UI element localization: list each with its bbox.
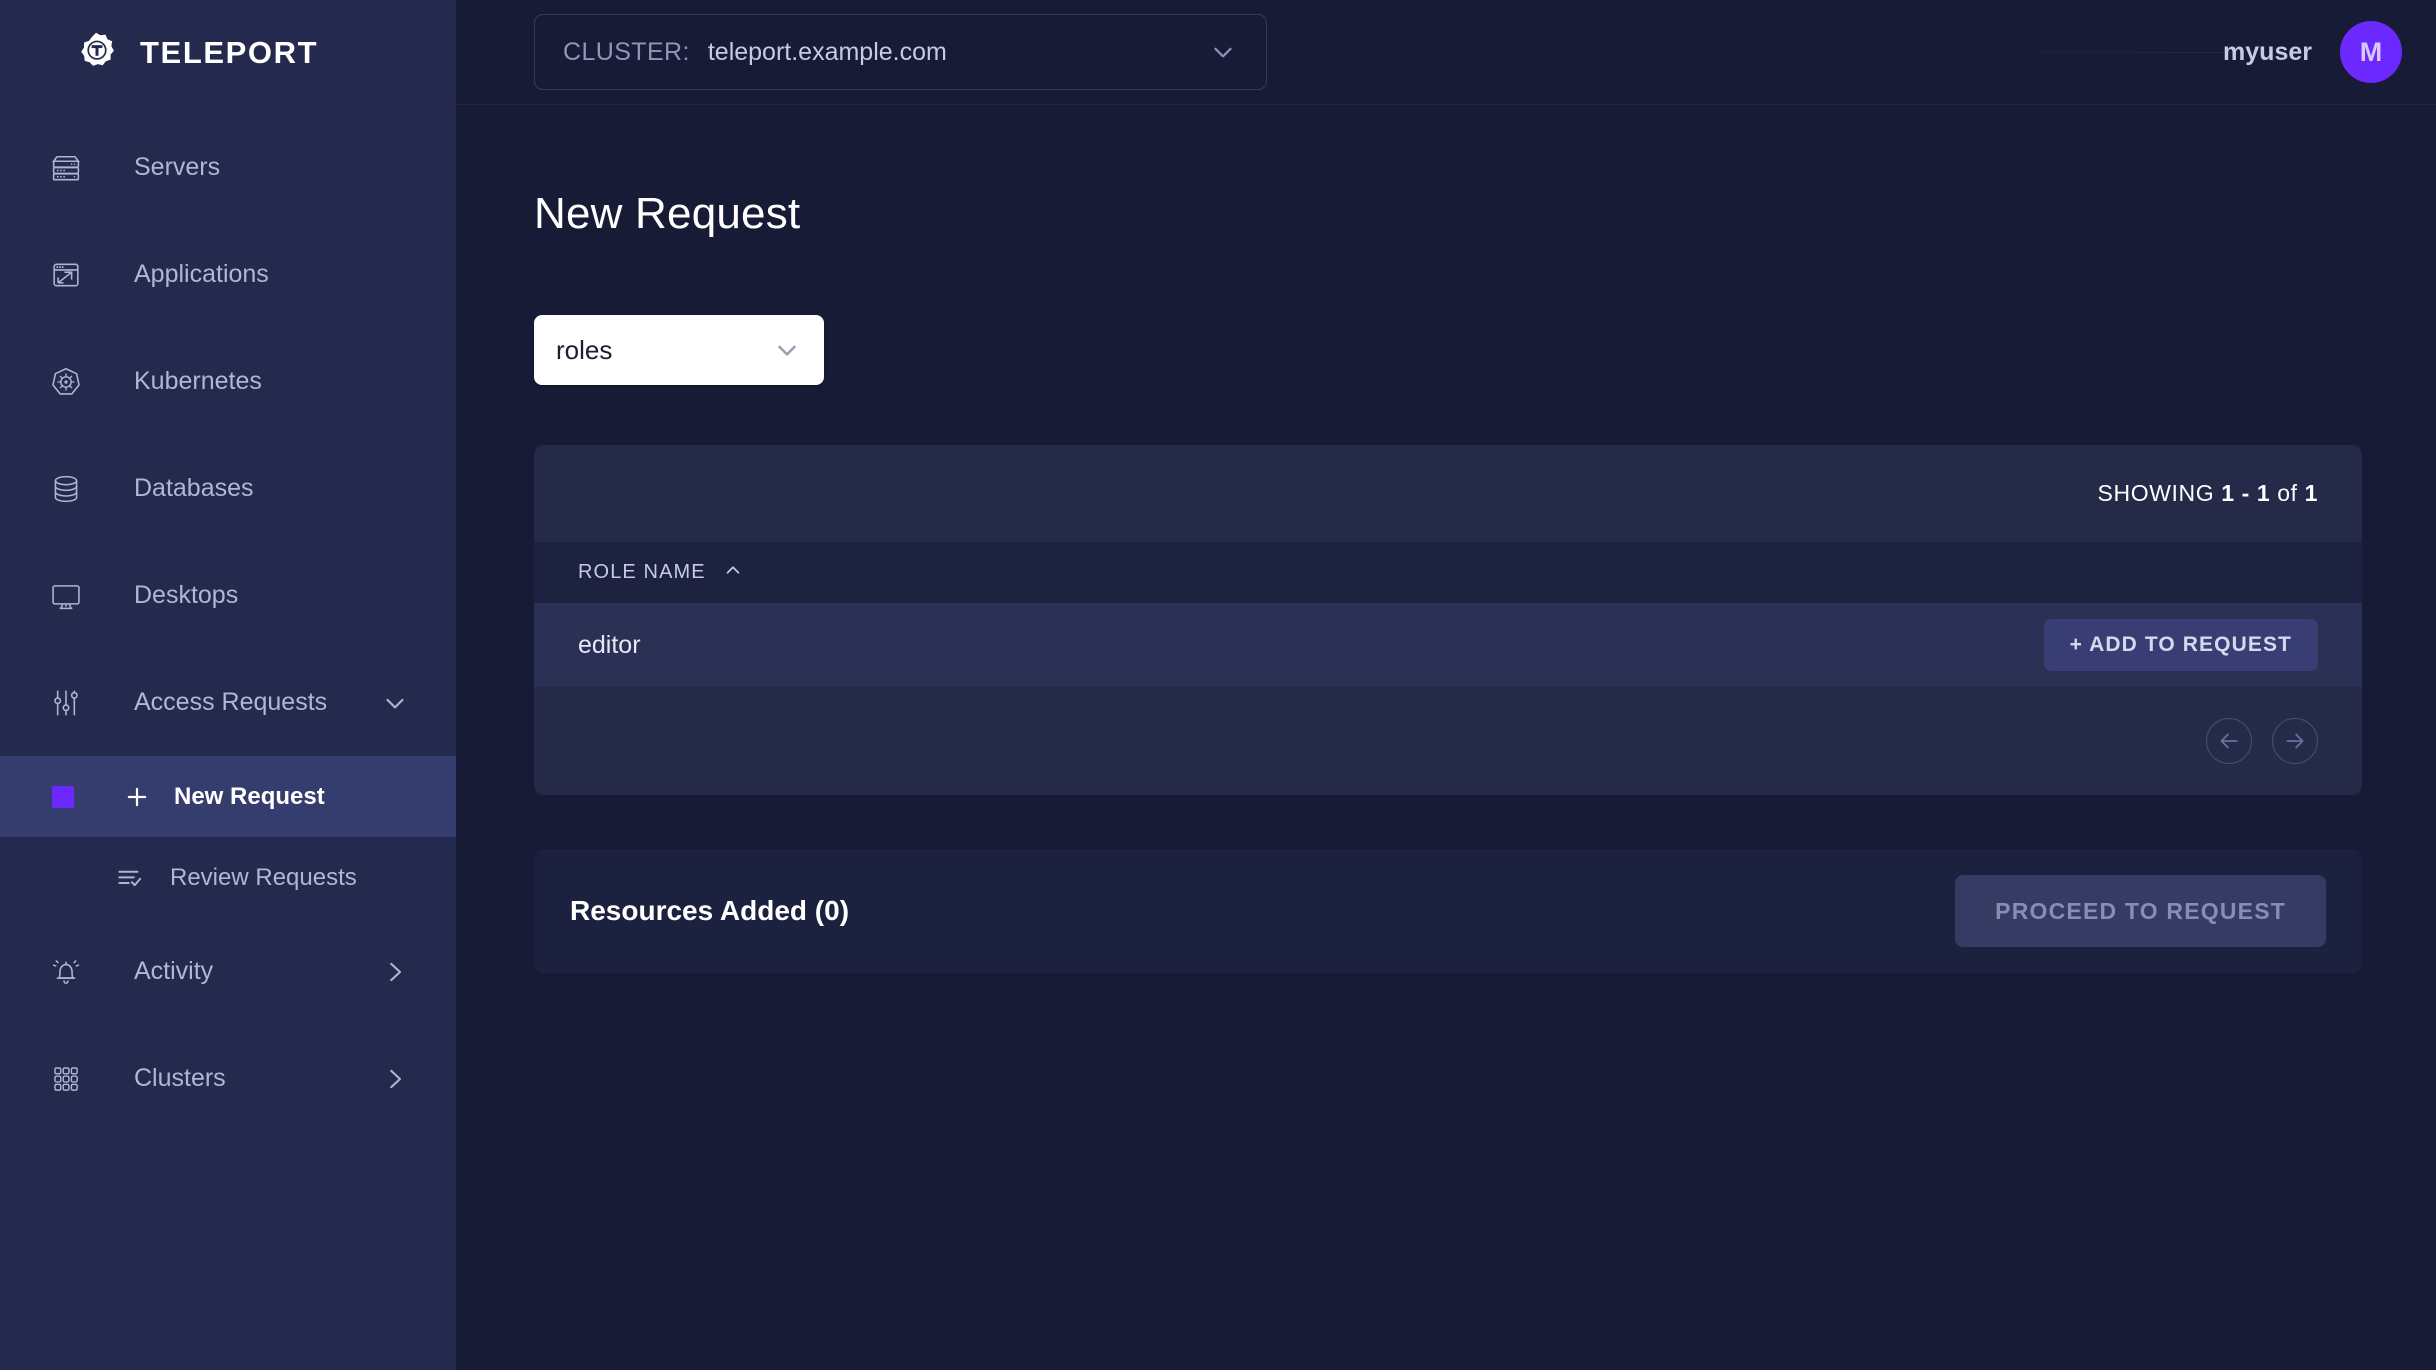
column-header-role-name[interactable]: ROLE NAME [578, 559, 744, 587]
brand[interactable]: TELEPORT [0, 0, 456, 106]
brand-name: TELEPORT [140, 35, 319, 70]
content-area: New Request roles SHOWING 1 - 1 of 1 ROL… [0, 104, 2436, 1370]
results-card: SHOWING 1 - 1 of 1 ROLE NAME editor + AD… [534, 445, 2362, 795]
showing-total: 1 [2304, 480, 2318, 506]
teleport-gear-logo-icon [74, 31, 118, 75]
showing-range: 1 - 1 [2221, 480, 2271, 506]
chevron-down-icon [772, 335, 802, 365]
topbar-divider [1932, 52, 2232, 53]
cluster-value: teleport.example.com [707, 37, 947, 66]
table-row: editor + ADD TO REQUEST [534, 603, 2362, 687]
pagination [534, 687, 2362, 795]
top-bar: CLUSTER: teleport.example.com myuser M [456, 0, 2436, 104]
results-toolbar: SHOWING 1 - 1 of 1 [534, 445, 2362, 542]
arrow-right-circle-icon[interactable] [2272, 718, 2318, 764]
resources-added-title: Resources Added (0) [570, 895, 850, 926]
add-to-request-button[interactable]: + ADD TO REQUEST [2043, 619, 2318, 671]
resources-added-card: Resources Added (0) PROCEED TO REQUEST [534, 849, 2362, 973]
request-kind-value: roles [556, 334, 613, 365]
proceed-to-request-button[interactable]: PROCEED TO REQUEST [1955, 875, 2326, 947]
showing-prefix: SHOWING [2097, 480, 2222, 506]
showing-mid: of [2270, 480, 2305, 506]
avatar[interactable]: M [2340, 21, 2402, 83]
cluster-selector[interactable]: CLUSTER: teleport.example.com [534, 14, 1267, 90]
column-header-label: ROLE NAME [578, 561, 706, 583]
user-menu[interactable]: myuser M [1932, 21, 2402, 83]
arrow-left-circle-icon[interactable] [2206, 718, 2252, 764]
teleport-web-ui: TELEPORT Servers Applications Kubernetes… [0, 0, 2436, 1370]
chevron-down-icon [1208, 37, 1238, 67]
request-kind-select[interactable]: roles [534, 315, 824, 385]
main-area: CLUSTER: teleport.example.com myuser M N… [0, 0, 2436, 1370]
showing-count: SHOWING 1 - 1 of 1 [2098, 480, 2318, 507]
username-label: myuser [2223, 37, 2312, 66]
cell-role-name: editor [578, 630, 641, 659]
page-title: New Request [534, 189, 801, 238]
chevron-up-icon [722, 559, 744, 587]
cluster-label: CLUSTER: [563, 37, 690, 66]
table-header-row: ROLE NAME [534, 542, 2362, 603]
